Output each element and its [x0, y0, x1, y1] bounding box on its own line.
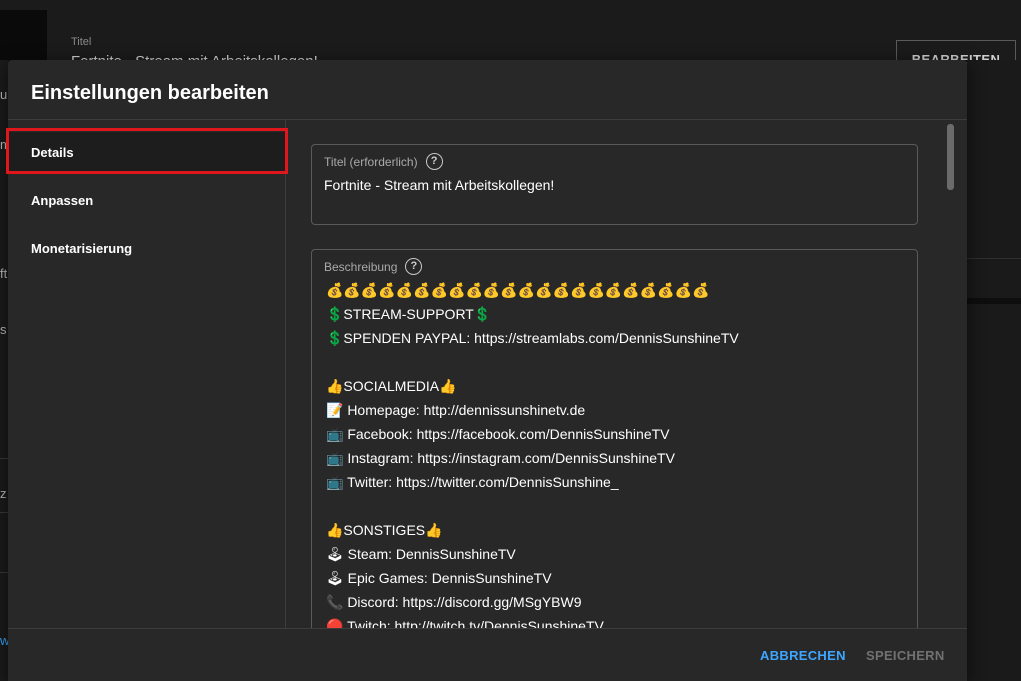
description-line: 📺 Twitter: https://twitter.com/DennisSun…: [326, 474, 619, 490]
title-field-label-text: Titel (erforderlich): [324, 154, 418, 169]
nav-item-label: Details: [31, 145, 74, 160]
description-line: 👍SONSTIGES👍: [326, 522, 443, 538]
description-line: 📞 Discord: https://discord.gg/MSgYBW9: [326, 594, 582, 610]
description-line: 💰💰💰💰💰💰💰💰💰💰💰💰💰💰💰💰💰💰💰💰💰💰: [326, 282, 710, 298]
description-line: 🕹 Epic Games: DennisSunshineTV: [326, 570, 552, 586]
background-divider: [0, 458, 8, 459]
background-sidebar-fragment: u: [0, 87, 8, 102]
cancel-button[interactable]: ABBRECHEN: [760, 629, 846, 681]
background-title-label: Titel: [71, 36, 92, 48]
nav-item-anpassen[interactable]: Anpassen: [8, 180, 286, 222]
background-sidebar-fragment: z: [0, 486, 7, 501]
background-divider: [967, 258, 1021, 259]
background-header: [0, 0, 1021, 60]
dialog-title: Einstellungen bearbeiten: [31, 82, 269, 104]
settings-dialog: Einstellungen bearbeiten Details Anpasse…: [8, 60, 967, 681]
description-line: 🕹 Steam: DennisSunshineTV: [326, 546, 516, 562]
dialog-footer: ABBRECHEN SPEICHERN: [8, 628, 967, 681]
nav-item-details[interactable]: Details: [8, 132, 286, 174]
help-icon[interactable]: ?: [425, 153, 443, 170]
background-title-text: Fortnite - Stream mit Arbeitskollegen!: [71, 53, 391, 60]
description-line: 📝 Homepage: http://dennissunshinetv.de: [326, 402, 586, 418]
background-divider: [0, 572, 8, 573]
background-divider: [0, 512, 8, 513]
description-field-label-text: Beschreibung: [324, 259, 398, 274]
description-line: 📺 Facebook: https://facebook.com/DennisS…: [326, 426, 670, 442]
background-divider: [967, 298, 1021, 304]
description-field[interactable]: Beschreibung ? 💰💰💰💰💰💰💰💰💰💰💰💰💰💰💰💰💰💰💰💰💰💰 💲S…: [311, 249, 918, 628]
background-thumbnail: [0, 10, 47, 60]
nav-item-monetarisierung[interactable]: Monetarisierung: [8, 228, 286, 270]
description-line: [326, 350, 906, 374]
help-icon[interactable]: ?: [405, 258, 423, 275]
background-right-panel: [967, 60, 1021, 681]
background-sidebar: [0, 60, 8, 681]
save-button[interactable]: SPEICHERN: [866, 629, 945, 681]
title-field[interactable]: Titel (erforderlich) ? Fortnite - Stream…: [311, 144, 918, 225]
description-line: [326, 494, 906, 518]
description-line: 👍SOCIALMEDIA👍: [326, 378, 457, 394]
dialog-nav: Details Anpassen Monetarisierung: [8, 120, 286, 628]
background-sidebar-fragment: ft: [0, 266, 8, 281]
description-field-label: Beschreibung ?: [324, 258, 423, 275]
description-line: 💲SPENDEN PAYPAL: https://streamlabs.com/…: [326, 330, 739, 346]
description-line: 💲STREAM-SUPPORT💲: [326, 306, 492, 322]
description-line: 🔴 Twitch: http://twitch.tv/DennisSunshin…: [326, 618, 604, 628]
dialog-header: Einstellungen bearbeiten: [8, 60, 967, 120]
title-input[interactable]: Fortnite - Stream mit Arbeitskollegen!: [324, 177, 554, 193]
nav-item-label: Anpassen: [31, 193, 94, 208]
background-sidebar-fragment: s: [0, 322, 7, 337]
nav-item-label: Monetarisierung: [31, 241, 133, 256]
content-scrollbar[interactable]: [947, 124, 954, 190]
description-line: 📺 Instagram: https://instagram.com/Denni…: [326, 450, 675, 466]
title-field-label: Titel (erforderlich) ?: [324, 153, 443, 170]
description-textarea[interactable]: 💰💰💰💰💰💰💰💰💰💰💰💰💰💰💰💰💰💰💰💰💰💰 💲STREAM-SUPPORT💲 …: [326, 278, 906, 628]
details-content: Titel (erforderlich) ? Fortnite - Stream…: [287, 120, 967, 628]
